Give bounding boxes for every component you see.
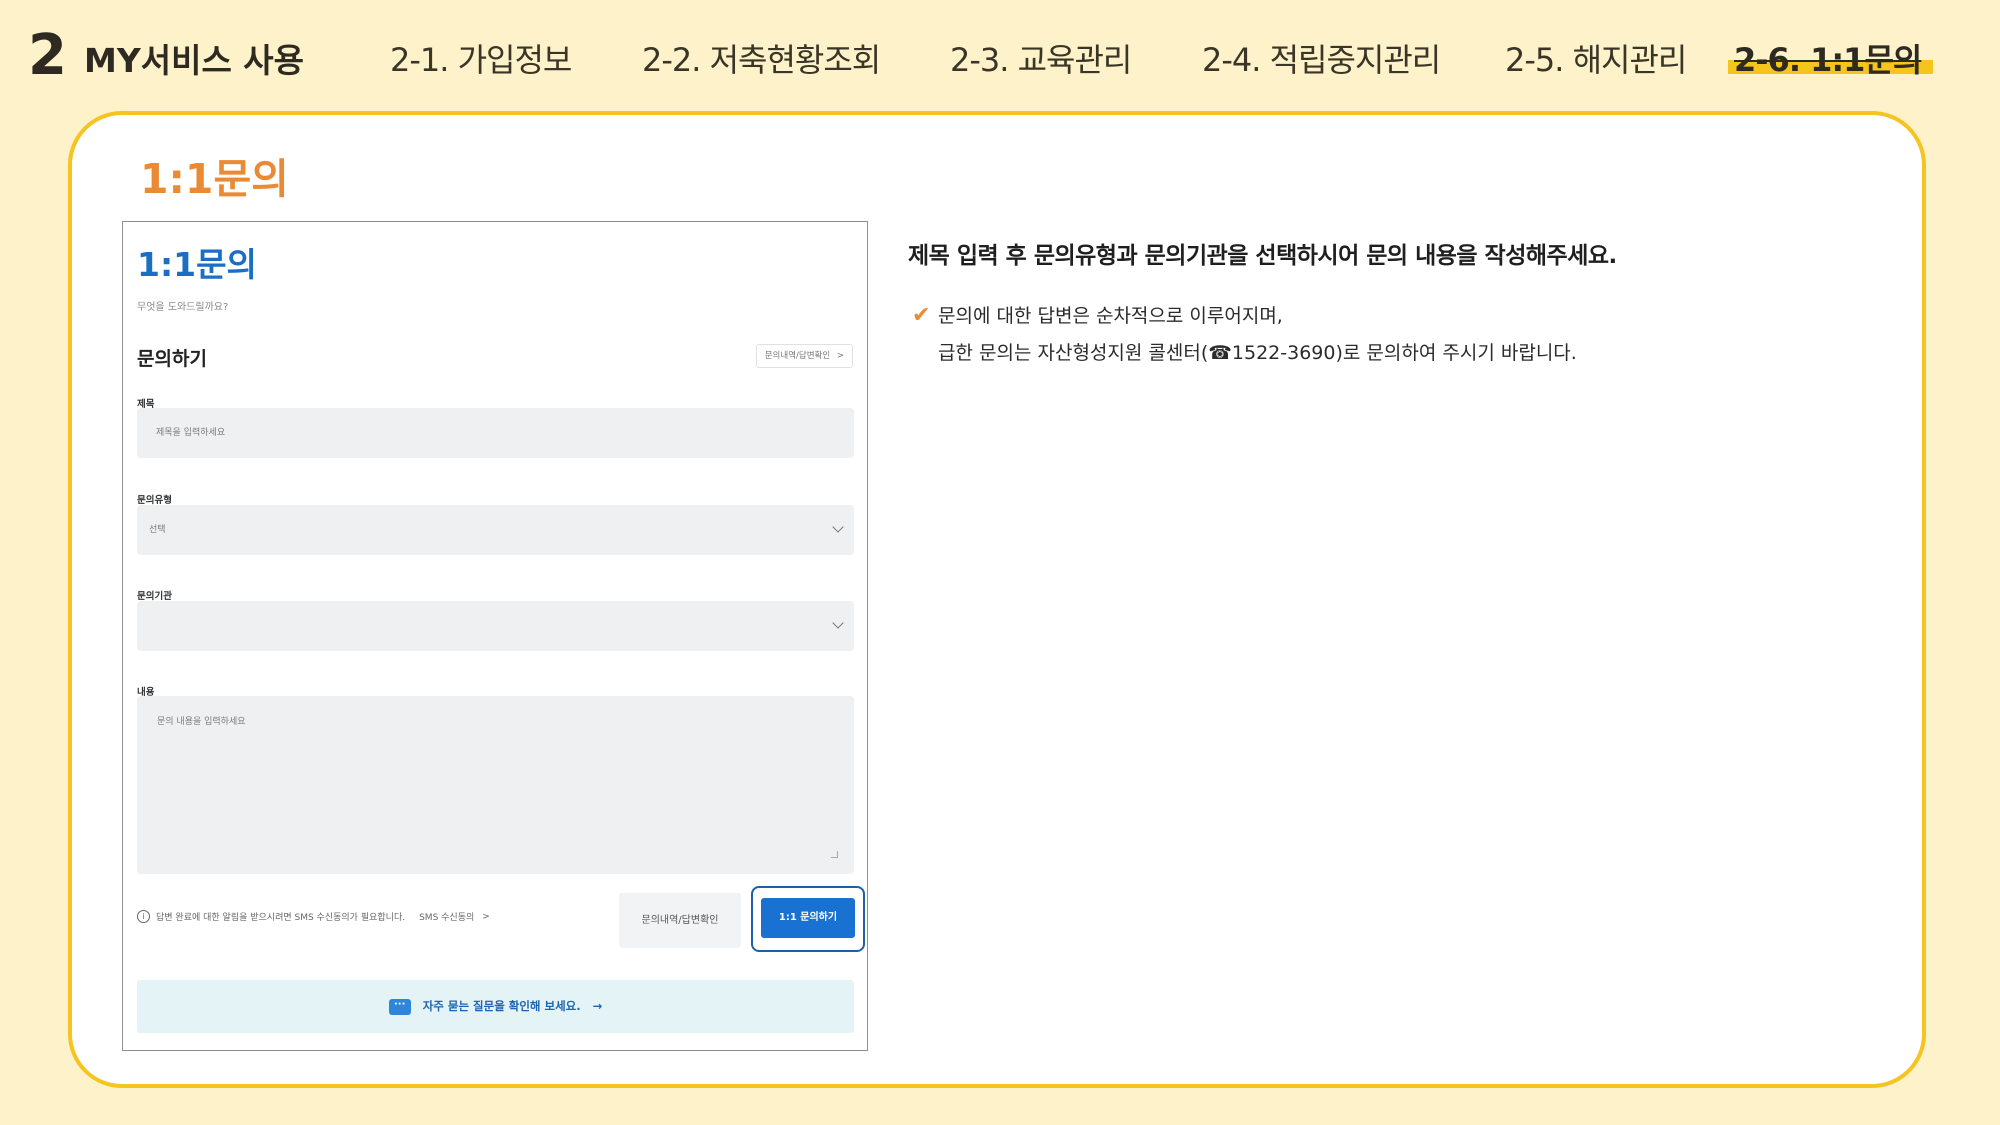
inquiry-org-select[interactable] <box>137 601 854 651</box>
sms-consent-link[interactable]: SMS 수신동의 <box>419 910 474 923</box>
inquiry-type-value: 선택 <box>149 525 166 535</box>
section-number: 2 <box>28 23 67 88</box>
info-icon: i <box>137 910 150 923</box>
tab-label: 2-4. 적립중지관리 <box>1202 41 1441 79</box>
chat-bubble-icon: ··· <box>388 998 411 1015</box>
tab-inquiry[interactable]: 2-6. 1:1문의 <box>1728 36 1934 84</box>
header: 2 MY서비스 사용 2-1. 가입정보 2-2. 저축현황조회 2-3. 교육… <box>0 0 2000 110</box>
arrow-right-icon: → <box>592 999 603 1013</box>
chevron-right-icon: > <box>836 351 844 361</box>
submit-button-highlight: 1:1 문의하기 <box>751 886 865 952</box>
sms-notice: i 답변 완료에 대한 알림을 받으시려면 SMS 수신동의가 필요합니다. S… <box>137 910 490 923</box>
check-icon: ✔ <box>912 303 931 328</box>
tab-deposit-suspension[interactable]: 2-4. 적립중지관리 <box>1202 36 1441 84</box>
subject-input[interactable]: 제목을 입력하세요 <box>137 408 854 458</box>
history-link-button[interactable]: 문의내역/답변확인 > <box>755 344 853 368</box>
chevron-right-icon: > <box>482 911 490 922</box>
faq-banner[interactable]: ··· 자주 묻는 질문을 확인해 보세요. → <box>137 980 854 1033</box>
description-line-2: 급한 문의는 자산형성지원 콜센터(☎1522-3690)로 문의하여 주시기 … <box>938 342 1577 364</box>
tab-education[interactable]: 2-3. 교육관리 <box>950 36 1132 84</box>
history-link-label: 문의내역/답변확인 <box>764 351 831 361</box>
inquiry-org-label: 문의기관 <box>137 591 172 602</box>
faq-text: 자주 묻는 질문을 확인해 보세요. <box>422 999 581 1013</box>
submit-inquiry-button[interactable]: 1:1 문의하기 <box>761 898 855 938</box>
subject-placeholder: 제목을 입력하세요 <box>156 428 226 438</box>
tab-label: 2-5. 해지관리 <box>1505 41 1687 79</box>
form-heading: 문의하기 <box>137 348 207 370</box>
tab-label: 2-2. 저축현황조회 <box>642 41 881 79</box>
tab-label: 2-3. 교육관리 <box>950 41 1132 79</box>
chevron-down-icon <box>832 521 844 533</box>
content-placeholder: 문의 내용을 입력하세요 <box>157 717 246 727</box>
page-title: 1:1문의 <box>140 155 289 203</box>
form-title: 1:1문의 <box>137 245 257 284</box>
inquiry-type-select[interactable]: 선택 <box>137 505 854 555</box>
content-card: 1:1문의 1:1문의 무엇을 도와드릴까요? 문의하기 문의내역/답변확인 >… <box>68 111 1926 1088</box>
form-subtitle: 무엇을 도와드릴까요? <box>137 302 229 313</box>
content-textarea[interactable]: 문의 내용을 입력하세요 <box>137 696 854 874</box>
section-title: MY서비스 사용 <box>84 41 305 80</box>
tab-savings-status[interactable]: 2-2. 저축현황조회 <box>642 36 881 84</box>
description-line-1: 문의에 대한 답변은 순차적으로 이루어지며, <box>938 305 1283 327</box>
tab-label: 2-6. 1:1문의 <box>1734 41 1922 79</box>
tab-termination[interactable]: 2-5. 해지관리 <box>1505 36 1687 84</box>
inquiry-type-label: 문의유형 <box>137 495 172 506</box>
sms-notice-text: 답변 완료에 대한 알림을 받으시려면 SMS 수신동의가 필요합니다. <box>156 913 406 923</box>
description-main: 제목 입력 후 문의유형과 문의기관을 선택하시어 문의 내용을 작성해주세요. <box>908 243 1617 269</box>
inquiry-form-screenshot: 1:1문의 무엇을 도와드릴까요? 문의하기 문의내역/답변확인 > 제목 제목… <box>122 221 868 1051</box>
tab-join-info[interactable]: 2-1. 가입정보 <box>390 36 572 84</box>
resize-handle-icon[interactable] <box>831 851 838 858</box>
chevron-down-icon <box>832 617 844 629</box>
history-button[interactable]: 문의내역/답변확인 <box>619 893 741 948</box>
tab-label: 2-1. 가입정보 <box>390 41 572 79</box>
